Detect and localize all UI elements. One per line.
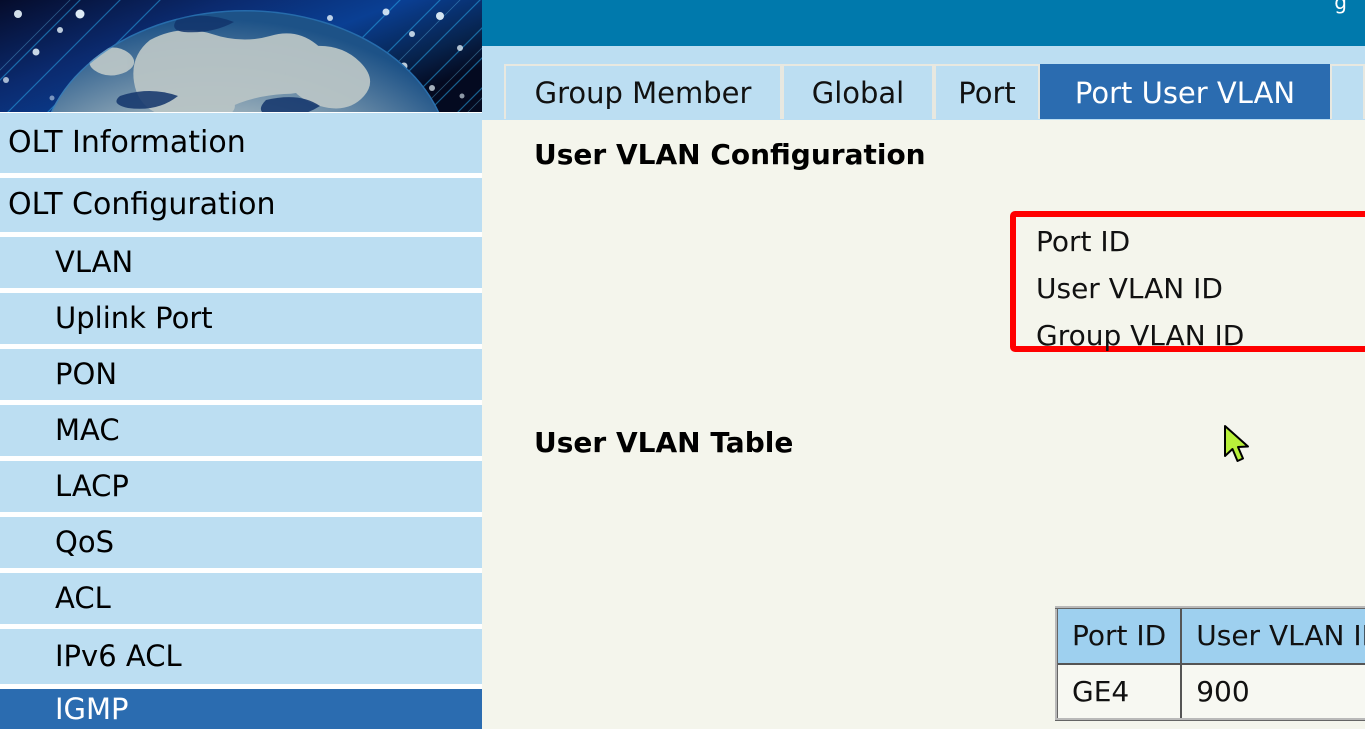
sidebar-item-vlan[interactable]: VLAN	[0, 237, 482, 288]
content-area: g Group Member Global Port Port User VLAN U…	[482, 0, 1365, 729]
sidebar-item-label: LACP	[55, 469, 129, 503]
cell-user-vlan-id: 900	[1180, 662, 1365, 721]
tab-partial[interactable]	[1330, 64, 1365, 119]
group-vlan-id-label: Group VLAN ID	[1036, 319, 1245, 352]
sidebar-item-label: VLAN	[55, 245, 134, 279]
sidebar-item-label: Uplink Port	[55, 301, 213, 335]
header-clipped-text: g	[1334, 0, 1347, 14]
sidebar-item-label: IGMP	[55, 691, 129, 726]
tab-strip: Group Member Global Port Port User VLAN	[482, 46, 1365, 120]
sidebar-item-igmp[interactable]: IGMP	[0, 689, 482, 729]
table-column-header: Port ID	[1055, 606, 1183, 665]
table-section-title: User VLAN Table	[534, 426, 794, 459]
tab-global[interactable]: Global	[782, 64, 934, 119]
sidebar-item-olt-configuration[interactable]: OLT Configuration	[0, 178, 482, 232]
sidebar-item-label: PON	[55, 357, 118, 391]
sidebar-item-label: OLT Configuration	[8, 187, 276, 222]
sidebar-item-ipv6-acl[interactable]: IPv6 ACL	[0, 629, 482, 684]
cell-port-id: GE4	[1055, 662, 1183, 721]
table-head: Port IDUser VLAN IDGroup VLAN IDDelete	[1055, 606, 1365, 665]
user-vlan-id-label: User VLAN ID	[1036, 272, 1223, 305]
tab-group-member[interactable]: Group Member	[504, 64, 782, 119]
tab-label: Global	[811, 75, 905, 110]
user-vlan-table: Port IDUser VLAN IDGroup VLAN IDDelete G…	[1055, 606, 1365, 721]
tab-port[interactable]: Port	[934, 64, 1040, 119]
sidebar-item-acl[interactable]: ACL	[0, 573, 482, 624]
config-section-title: User VLAN Configuration	[534, 138, 926, 171]
sidebar-item-label: IPv6 ACL	[55, 639, 182, 673]
sidebar-item-olt-information[interactable]: OLT Information	[0, 113, 482, 173]
tab-label: Port	[958, 75, 1016, 110]
sidebar-item-uplink-port[interactable]: Uplink Port	[0, 293, 482, 344]
tab-label: Group Member	[534, 75, 752, 110]
form-row-group-vlan-id: Group VLAN ID900	[1024, 315, 1365, 360]
sidebar-item-label: MAC	[55, 413, 120, 447]
sidebar-item-label: QoS	[55, 525, 114, 559]
sidebar-item-label: ACL	[55, 581, 111, 615]
page-header-bar: g	[482, 0, 1365, 46]
table-row: GE4900900	[1055, 662, 1365, 721]
table-body: GE4900900	[1055, 662, 1365, 721]
globe-banner-graphic	[0, 0, 482, 112]
tab-port-user-vlan[interactable]: Port User VLAN	[1040, 64, 1330, 119]
sidebar-item-qos[interactable]: QoS	[0, 517, 482, 568]
form-row-user-vlan-id: User VLAN ID900	[1024, 268, 1365, 313]
table-header-row: Port IDUser VLAN IDGroup VLAN IDDelete	[1055, 606, 1365, 665]
table-column-header: User VLAN ID	[1180, 606, 1365, 665]
banner-image	[0, 0, 482, 112]
sidebar-item-mac[interactable]: MAC	[0, 405, 482, 456]
tab-label: Port User VLAN	[1074, 75, 1296, 110]
port-id-label: Port ID	[1036, 225, 1131, 258]
sidebar: OLT Information OLT Configuration VLAN Upli…	[0, 0, 482, 729]
form-row-port-id: Port IDGE4	[1024, 221, 1365, 266]
sidebar-item-pon[interactable]: PON	[0, 349, 482, 400]
sidebar-item-label: OLT Information	[8, 125, 246, 160]
main-panel: User VLAN Configuration Port IDGE4User V…	[504, 120, 1365, 729]
sidebar-item-lacp[interactable]: LACP	[0, 461, 482, 512]
